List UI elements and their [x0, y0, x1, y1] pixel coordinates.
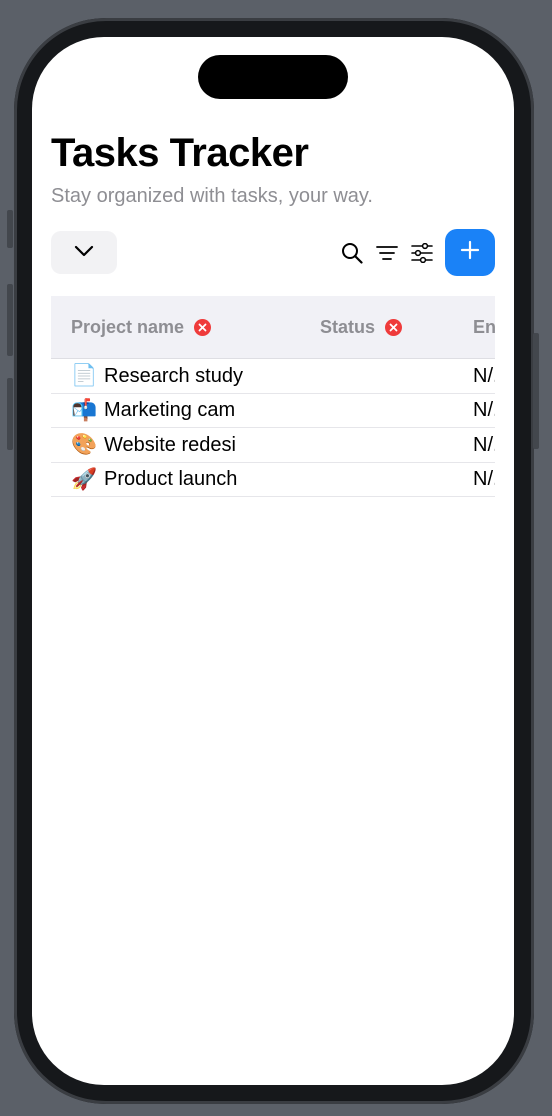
- app-screen: Tasks Tracker Stay organized with tasks,…: [32, 37, 514, 1085]
- remove-column-icon[interactable]: [194, 318, 212, 336]
- rocket-emoji-icon: 🚀: [71, 467, 98, 491]
- volume-down-button: [7, 378, 13, 450]
- table-row[interactable]: 📄 Research study N/.: [51, 359, 495, 394]
- plus-icon: [460, 240, 480, 265]
- end-date-cell: N/.: [473, 399, 495, 421]
- end-date-cell: N/.: [473, 468, 495, 490]
- column-header-project-name[interactable]: Project name: [71, 296, 212, 358]
- palette-emoji-icon: 🎨: [71, 433, 98, 456]
- end-date-cell: N/.: [473, 364, 495, 387]
- volume-up-button: [7, 284, 13, 356]
- table-row[interactable]: 🎨 Website redesi N/.: [51, 428, 495, 463]
- column-header-label: En: [473, 316, 495, 337]
- column-header-label: Status: [320, 316, 376, 337]
- power-button: [533, 333, 539, 449]
- page-subtitle: Stay organized with tasks, your way.: [51, 185, 373, 207]
- end-date-cell: N/.: [473, 433, 495, 456]
- silent-switch: [7, 210, 13, 248]
- column-header-label: Project name: [71, 316, 185, 337]
- project-name-cell: 🎨 Website redesi: [71, 428, 236, 462]
- tasks-table: Project name Status En 📄 Research study …: [51, 296, 495, 497]
- project-name-cell: 📄 Research study: [71, 359, 243, 393]
- project-name: Research study: [104, 364, 243, 387]
- table-header: Project name Status En: [51, 296, 495, 359]
- search-icon[interactable]: [340, 241, 364, 265]
- document-emoji-icon: 📄: [71, 364, 98, 387]
- project-name: Website redesi: [104, 433, 236, 456]
- column-header-status[interactable]: Status: [320, 296, 403, 358]
- dynamic-island: [198, 55, 348, 99]
- filter-sliders-icon[interactable]: [410, 241, 434, 265]
- project-name-cell: 📬 Marketing cam: [71, 394, 235, 428]
- table-row[interactable]: 🚀 Product launch N/.: [51, 463, 495, 497]
- remove-column-icon[interactable]: [385, 318, 403, 336]
- add-task-button[interactable]: [445, 229, 495, 276]
- column-header-end[interactable]: En: [473, 296, 495, 358]
- project-name: Product launch: [104, 468, 238, 490]
- view-dropdown-button[interactable]: [51, 231, 117, 274]
- sort-icon[interactable]: [375, 241, 399, 265]
- page-title: Tasks Tracker: [51, 131, 309, 175]
- mailbox-emoji-icon: 📬: [71, 398, 98, 422]
- project-name: Marketing cam: [104, 399, 236, 421]
- chevron-down-icon: [74, 244, 94, 262]
- project-name-cell: 🚀 Product launch: [71, 463, 237, 497]
- table-row[interactable]: 📬 Marketing cam N/.: [51, 394, 495, 428]
